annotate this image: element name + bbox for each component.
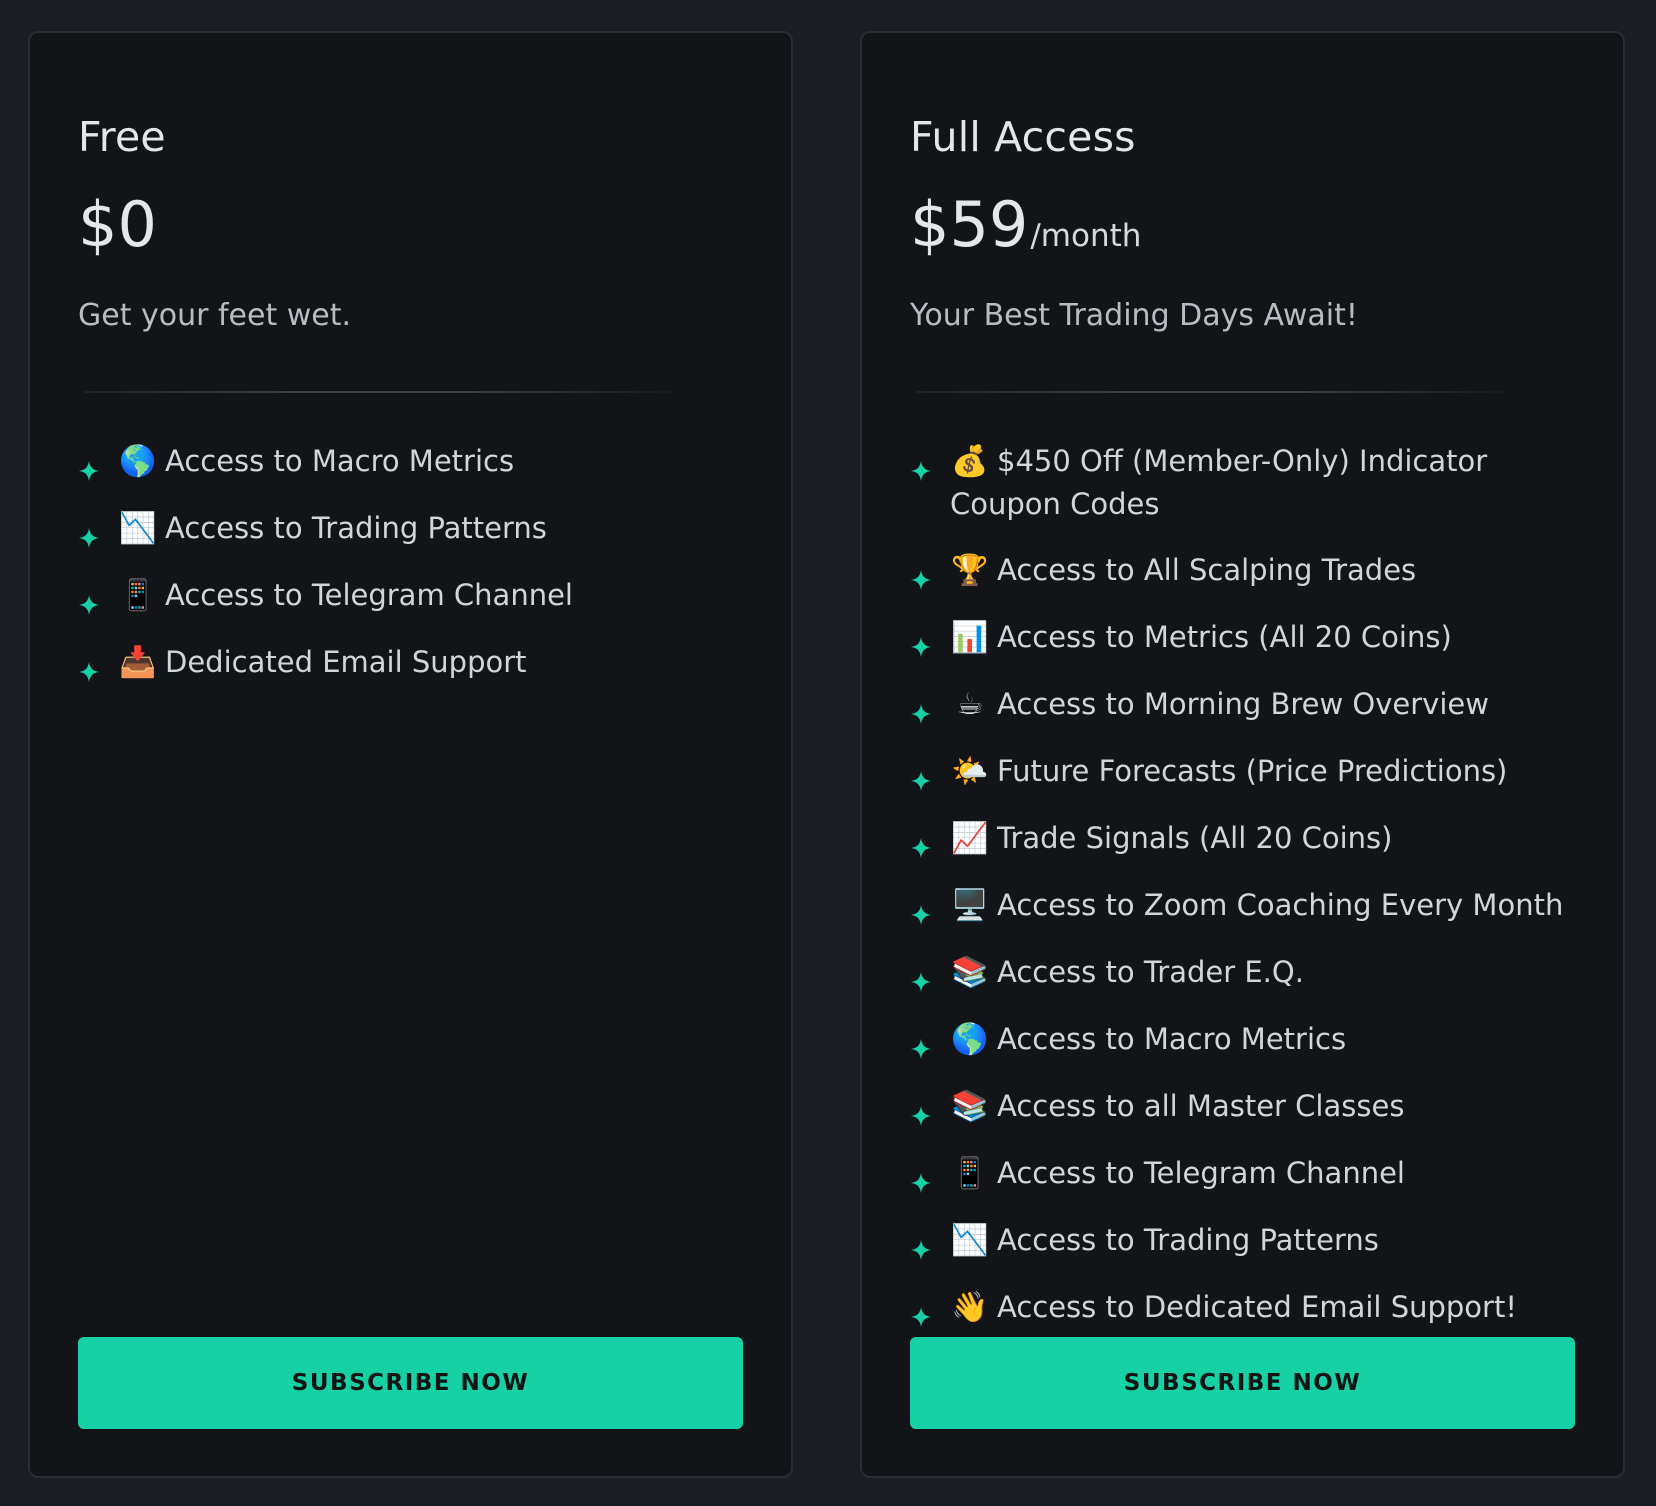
plan-price: $0 [78,188,157,261]
feature-item: 🏆 Access to All Scalping Trades [910,549,1575,592]
feature-emoji-icon: 🖥️ [951,888,989,923]
feature-emoji-icon: 🌤️ [951,754,989,789]
plan-tagline: Your Best Trading Days Await! [910,298,1358,333]
feature-emoji-icon: 📱 [119,578,157,613]
sparkle-bullet-icon [910,451,932,482]
feature-text: Access to Telegram Channel [165,578,573,612]
feature-item: 📱 Access to Telegram Channel [78,574,743,617]
sparkle-bullet-icon [910,1297,932,1328]
feature-text: Access to Macro Metrics [997,1022,1347,1056]
feature-text: Dedicated Email Support [165,645,527,679]
plan-period: /month [1030,218,1142,254]
feature-item: 👋 Access to Dedicated Email Support! [910,1286,1575,1329]
feature-item: 📚 Access to all Master Classes [910,1085,1575,1128]
feature-text: Access to Metrics (All 20 Coins) [997,620,1452,654]
feature-text: Access to Telegram Channel [997,1156,1405,1190]
subscribe-button[interactable]: SUBSCRIBE NOW [78,1337,743,1429]
feature-item: 📊 Access to Metrics (All 20 Coins) [910,616,1575,659]
feature-text: Access to Trading Patterns [165,511,547,545]
feature-text: Future Forecasts (Price Predictions) [997,754,1508,788]
plan-name: Free [78,113,166,161]
divider [916,391,1506,393]
feature-item: 🖥️ Access to Zoom Coaching Every Month [910,884,1575,927]
sparkle-bullet-icon [910,761,932,792]
feature-text: Access to Trading Patterns [997,1223,1379,1257]
feature-emoji-icon: 📚 [951,955,989,990]
sparkle-bullet-icon [910,1230,932,1261]
feature-emoji-icon: 📈 [951,821,989,856]
feature-item: 📉 Access to Trading Patterns [910,1219,1575,1262]
plan-card-full-access: Full Access $59/month Your Best Trading … [860,31,1625,1478]
plan-tagline: Get your feet wet. [78,298,352,333]
sparkle-bullet-icon [78,585,100,616]
feature-item: ☕ Access to Morning Brew Overview [910,683,1575,726]
price-row: $0 [78,189,159,261]
plan-price: $59 [910,188,1029,261]
feature-item: 📱 Access to Telegram Channel [910,1152,1575,1195]
feature-text: Access to all Master Classes [997,1089,1405,1123]
sparkle-bullet-icon [910,1029,932,1060]
feature-text: Access to Trader E.Q. [997,955,1304,989]
sparkle-bullet-icon [910,560,932,591]
feature-emoji-icon: ☕ [956,687,984,722]
price-row: $59/month [910,189,1141,261]
feature-text: Access to Morning Brew Overview [997,687,1489,721]
feature-text: Access to Dedicated Email Support! [997,1290,1517,1324]
feature-item: 🌎 Access to Macro Metrics [78,440,743,483]
feature-emoji-icon: 🏆 [951,553,989,588]
feature-item: 📚 Access to Trader E.Q. [910,951,1575,994]
feature-emoji-icon: 💰 [951,444,989,479]
feature-text: Trade Signals (All 20 Coins) [997,821,1393,855]
feature-text: Access to All Scalping Trades [997,553,1417,587]
feature-emoji-icon: 📉 [951,1223,989,1258]
feature-list: 🌎 Access to Macro Metrics 📉 Access to Tradi… [78,440,743,708]
feature-text: $450 Off (Member-Only) Indicator Coupon … [950,444,1488,521]
feature-emoji-icon: 📱 [951,1156,989,1191]
sparkle-bullet-icon [78,652,100,683]
feature-item: 💰 $450 Off (Member-Only) Indicator Coupon… [910,440,1575,525]
plan-card-free: Free $0 Get your feet wet. 🌎 Access to Ma… [28,31,793,1478]
feature-emoji-icon: 👋 [951,1290,989,1325]
sparkle-bullet-icon [910,962,932,993]
sparkle-bullet-icon [78,518,100,549]
sparkle-bullet-icon [910,627,932,658]
feature-text: Access to Macro Metrics [165,444,515,478]
feature-text: Access to Zoom Coaching Every Month [997,888,1564,922]
feature-item: 📉 Access to Trading Patterns [78,507,743,550]
feature-emoji-icon: 📥 [119,645,157,680]
sparkle-bullet-icon [910,828,932,859]
plan-name: Full Access [910,113,1136,161]
feature-item: 📈 Trade Signals (All 20 Coins) [910,817,1575,860]
feature-item: 📥 Dedicated Email Support [78,641,743,684]
sparkle-bullet-icon [910,1096,932,1127]
sparkle-bullet-icon [910,1163,932,1194]
feature-list: 💰 $450 Off (Member-Only) Indicator Coupon… [910,440,1575,1353]
feature-item: 🌎 Access to Macro Metrics [910,1018,1575,1061]
feature-emoji-icon: 🌎 [119,444,157,479]
feature-emoji-icon: 📉 [119,511,157,546]
sparkle-bullet-icon [910,895,932,926]
feature-emoji-icon: 📊 [951,620,989,655]
feature-item: 🌤️ Future Forecasts (Price Predictions) [910,750,1575,793]
feature-emoji-icon: 🌎 [951,1022,989,1057]
divider [84,391,674,393]
sparkle-bullet-icon [78,451,100,482]
subscribe-button[interactable]: SUBSCRIBE NOW [910,1337,1575,1429]
feature-emoji-icon: 📚 [951,1089,989,1124]
sparkle-bullet-icon [910,694,932,725]
